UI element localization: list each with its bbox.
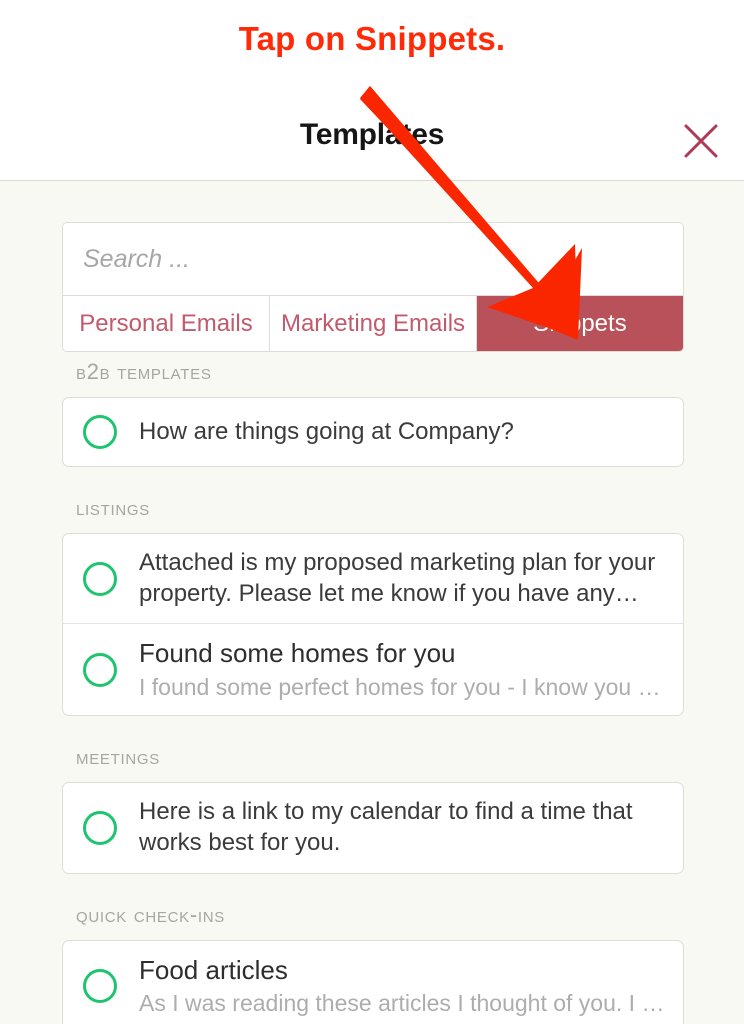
section-title: Listings	[76, 495, 150, 520]
close-icon	[681, 121, 721, 161]
circle-outline-icon	[83, 969, 117, 1004]
annotation-text: Tap on Snippets.	[238, 20, 506, 57]
list-item-subtitle: As I was reading these articles I though…	[139, 990, 665, 1016]
circle-outline-icon	[83, 415, 117, 449]
section-b2b-templates: B2B Templates How are things going at Co…	[0, 359, 744, 467]
modal-body: Personal Emails Marketing Emails Snippet…	[0, 181, 744, 1024]
tab-snippets[interactable]: Snippets	[477, 296, 683, 351]
tab-label: Personal Emails	[79, 309, 253, 337]
page-title: Templates	[299, 118, 445, 151]
section-title: B2B Templates	[76, 359, 212, 384]
template-card: Attached is my proposed marketing plan f…	[62, 533, 684, 717]
modal-header: Templates	[0, 100, 744, 181]
template-sections: B2B Templates How are things going at Co…	[0, 359, 744, 1024]
section-listings: Listings Attached is my proposed marketi…	[0, 495, 744, 717]
circle-outline-icon	[83, 652, 117, 687]
tab-label: Marketing Emails	[280, 309, 466, 337]
template-card: Here is a link to my calendar to find a …	[62, 782, 684, 874]
section-meetings: Meetings Here is a link to my calendar t…	[0, 744, 744, 874]
tab-label: Snippets	[533, 309, 627, 337]
list-item[interactable]: Here is a link to my calendar to find a …	[63, 783, 683, 872]
list-item[interactable]: Found some homes for you I found some pe…	[63, 623, 683, 715]
circle-outline-icon	[83, 561, 117, 596]
search-input[interactable]	[63, 223, 683, 295]
list-item-title: Attached is my proposed marketing plan f…	[139, 549, 656, 607]
list-item[interactable]: Food articles As I was reading these art…	[63, 941, 683, 1024]
screen-root: Tap on Snippets. Templates Personal Emai…	[0, 0, 744, 1024]
search-and-tabs: Personal Emails Marketing Emails Snippet…	[62, 222, 684, 352]
tab-bar: Personal Emails Marketing Emails Snippet…	[63, 295, 683, 351]
list-item-title: Found some homes for you	[139, 638, 456, 669]
section-quick-check-ins: Quick check-ins Food articles As I was r…	[0, 902, 744, 1024]
close-button[interactable]	[674, 114, 728, 168]
list-item[interactable]: How are things going at Company?	[63, 398, 683, 466]
template-card: How are things going at Company?	[62, 397, 684, 467]
list-item-subtitle: I found some perfect homes for you - I k…	[139, 673, 665, 700]
circle-outline-icon	[83, 811, 117, 846]
template-card: Food articles As I was reading these art…	[62, 939, 684, 1024]
list-item-title: Here is a link to my calendar to find a …	[139, 798, 633, 857]
list-item[interactable]: Attached is my proposed marketing plan f…	[63, 534, 683, 623]
section-title: Meetings	[76, 744, 160, 770]
tab-marketing-emails[interactable]: Marketing Emails	[270, 296, 477, 351]
tab-personal-emails[interactable]: Personal Emails	[63, 296, 270, 351]
section-title: Quick check-ins	[76, 901, 225, 927]
list-item-title: How are things going at Company?	[139, 417, 514, 445]
list-item-title: Food articles	[139, 954, 288, 985]
